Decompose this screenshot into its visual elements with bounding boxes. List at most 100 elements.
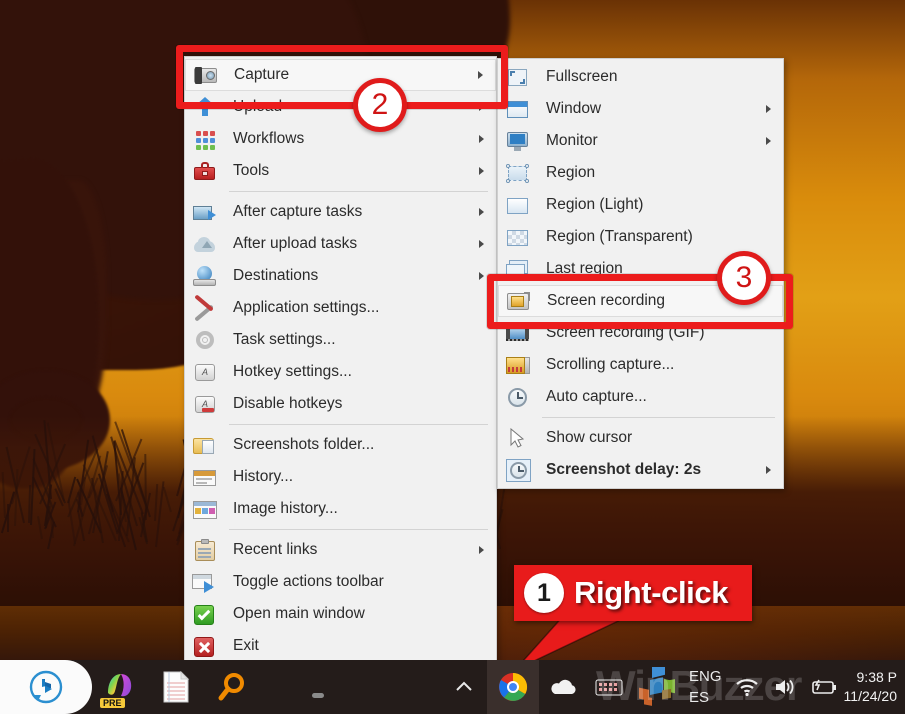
submenu-arrow-icon <box>479 240 484 248</box>
menu-item-region-light[interactable]: Region (Light) <box>498 189 783 221</box>
submenu-arrow-icon <box>766 105 771 113</box>
menu-item-label: After upload tasks <box>233 235 358 253</box>
language-secondary: ES <box>689 689 710 706</box>
history-icon <box>191 464 219 490</box>
workflows-grid-icon <box>191 126 219 152</box>
menu-item-after-capture-tasks[interactable]: After capture tasks <box>185 196 496 228</box>
menu-item-toggle-actions-toolbar[interactable]: Toggle actions toolbar <box>185 566 496 598</box>
menu-item-label: Image history... <box>233 500 338 518</box>
scrolling-capture-icon <box>504 352 532 378</box>
tray-item-battery[interactable] <box>804 660 844 714</box>
menu-item-label: Screenshot delay: 2s <box>546 461 702 479</box>
region-icon <box>504 160 532 186</box>
keyboard-tray-icon <box>595 679 623 696</box>
menu-item-region[interactable]: Region <box>498 157 783 189</box>
image-history-icon <box>191 496 219 522</box>
menu-item-monitor[interactable]: Monitor <box>498 125 783 157</box>
wifi-icon <box>735 679 758 697</box>
menu-item-label: Recent links <box>233 541 318 559</box>
keyboard-key-icon: A <box>191 359 219 385</box>
submenu-arrow-icon <box>479 135 484 143</box>
taskbar-empty-space <box>260 660 370 714</box>
menu-separator <box>229 191 488 192</box>
menu-item-exit[interactable]: Exit <box>185 630 496 662</box>
fullscreen-icon <box>504 64 532 90</box>
folder-icon <box>191 432 219 458</box>
delay-clock-icon <box>504 457 532 483</box>
menu-item-label: Exit <box>233 637 259 655</box>
menu-item-label: Hotkey settings... <box>233 363 352 381</box>
menu-item-label: Screenshots folder... <box>233 436 375 454</box>
taskbar-item-notepad[interactable] <box>148 660 204 714</box>
menu-item-label: Disable hotkeys <box>233 395 343 413</box>
menu-item-open-main-window[interactable]: Open main window <box>185 598 496 630</box>
menu-item-auto-capture[interactable]: Auto capture... <box>498 381 783 413</box>
taskbar-item-chrome[interactable] <box>487 660 540 714</box>
clock-icon <box>504 384 532 410</box>
menu-item-after-upload-tasks[interactable]: After upload tasks <box>185 228 496 260</box>
tray-item-wifi[interactable] <box>728 660 766 714</box>
taskbar-item-copilot[interactable]: PRE <box>92 660 148 714</box>
taskbar-item-search[interactable] <box>204 660 260 714</box>
menu-item-destinations[interactable]: Destinations <box>185 260 496 292</box>
tray-item-keyboard[interactable] <box>587 660 631 714</box>
chrome-icon <box>499 672 528 701</box>
menu-separator <box>229 529 488 530</box>
sharex-tray-context-menu[interactable]: Capture Upload Workflows Tools After capture… <box>184 56 497 665</box>
menu-item-label: Open main window <box>233 605 365 623</box>
menu-item-screenshot-delay-2s[interactable]: Screenshot delay: 2s <box>498 454 783 486</box>
menu-item-label: Scrolling capture... <box>546 356 675 374</box>
menu-item-image-history[interactable]: Image history... <box>185 493 496 525</box>
copilot-pre-badge: PRE <box>100 698 125 708</box>
menu-item-label: Window <box>546 100 602 118</box>
annotation-badge-3: 3 <box>717 251 771 305</box>
windows-taskbar[interactable]: PRE ENG ES 9:38 P 11/24/20 WinBuzzer <box>0 660 905 714</box>
menu-item-label: Monitor <box>546 132 598 150</box>
taskbar-clock[interactable]: 9:38 P 11/24/20 <box>844 668 901 706</box>
menu-item-screenshots-folder[interactable]: Screenshots folder... <box>185 429 496 461</box>
task-view-indicator <box>312 693 324 698</box>
region-light-icon <box>504 192 532 218</box>
language-primary: ENG <box>689 668 722 685</box>
menu-item-label: Tools <box>233 162 270 180</box>
menu-item-show-cursor[interactable]: Show cursor <box>498 422 783 454</box>
destinations-globe-icon <box>191 263 219 289</box>
volume-icon <box>775 679 793 695</box>
menu-item-task-settings[interactable]: Task settings... <box>185 324 496 356</box>
search-magnifier-icon <box>218 673 244 701</box>
menu-item-region-transparent[interactable]: Region (Transparent) <box>498 221 783 253</box>
after-upload-icon <box>191 231 219 257</box>
menu-item-label: Toggle actions toolbar <box>233 573 384 591</box>
keyboard-key-disabled-icon: A <box>191 391 219 417</box>
clock-time: 9:38 P <box>856 669 897 685</box>
menu-item-label: Fullscreen <box>546 68 618 86</box>
monitor-icon <box>504 128 532 154</box>
menu-item-workflows[interactable]: Workflows <box>185 123 496 155</box>
menu-item-tools[interactable]: Tools <box>185 155 496 187</box>
toolbar-icon <box>191 569 219 595</box>
menu-item-history[interactable]: History... <box>185 461 496 493</box>
after-capture-icon <box>191 199 219 225</box>
menu-item-application-settings[interactable]: Application settings... <box>185 292 496 324</box>
show-hidden-icons-button[interactable] <box>441 660 487 714</box>
menu-item-label: Auto capture... <box>546 388 647 406</box>
submenu-arrow-icon <box>766 466 771 474</box>
menu-item-label: Show cursor <box>546 429 633 447</box>
menu-item-disable-hotkeys[interactable]: A Disable hotkeys <box>185 388 496 420</box>
tray-language-indicator[interactable]: ENG ES <box>687 666 728 708</box>
menu-item-hotkey-settings[interactable]: A Hotkey settings... <box>185 356 496 388</box>
red-x-icon <box>191 633 219 659</box>
cursor-icon <box>504 425 532 451</box>
menu-item-recent-links[interactable]: Recent links <box>185 534 496 566</box>
menu-item-label: Region (Transparent) <box>546 228 693 246</box>
bing-chat-icon <box>29 670 63 704</box>
clipboard-icon <box>191 537 219 563</box>
menu-item-fullscreen[interactable]: Fullscreen <box>498 61 783 93</box>
tray-item-sharex[interactable] <box>631 660 687 714</box>
menu-item-scrolling-capture[interactable]: Scrolling capture... <box>498 349 783 381</box>
taskbar-item-bing-chat[interactable] <box>0 660 92 714</box>
tray-item-onedrive[interactable] <box>539 660 587 714</box>
submenu-arrow-icon <box>766 137 771 145</box>
tray-item-volume[interactable] <box>766 660 804 714</box>
menu-item-window[interactable]: Window <box>498 93 783 125</box>
